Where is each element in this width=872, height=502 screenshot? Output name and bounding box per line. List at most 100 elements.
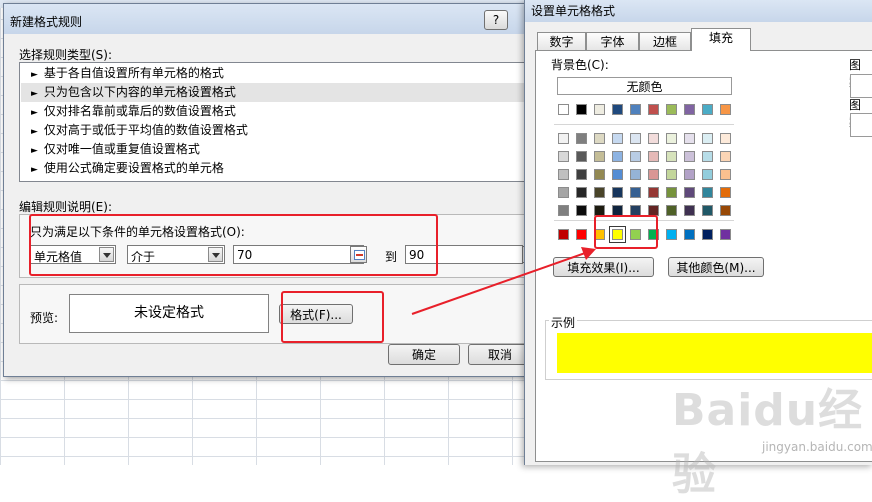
baidu-watermark-url: jingyan.baidu.com bbox=[762, 440, 872, 454]
standard-color-swatch[interactable] bbox=[720, 229, 731, 240]
theme-tint-swatch[interactable] bbox=[558, 169, 569, 180]
theme-color-swatch[interactable] bbox=[648, 104, 659, 115]
rule-type-list[interactable]: ► 基于各自值设置所有单元格的格式 ► 只为包含以下内容的单元格设置格式 ► 仅对排名… bbox=[19, 62, 529, 182]
pattern-color-select[interactable] bbox=[850, 74, 872, 98]
theme-tint-swatch[interactable] bbox=[666, 205, 677, 216]
theme-tint-swatch[interactable] bbox=[594, 151, 605, 162]
theme-tint-swatch[interactable] bbox=[630, 133, 641, 144]
standard-color-swatch[interactable] bbox=[558, 229, 569, 240]
theme-tint-swatch[interactable] bbox=[648, 169, 659, 180]
rule-type-item[interactable]: ► 仅对高于或低于平均值的数值设置格式 bbox=[21, 121, 527, 140]
theme-color-swatch[interactable] bbox=[666, 104, 677, 115]
no-color-button[interactable]: 无颜色 bbox=[557, 77, 732, 95]
theme-color-swatch[interactable] bbox=[630, 104, 641, 115]
theme-tint-swatch[interactable] bbox=[720, 133, 731, 144]
tab-fill[interactable]: 填充 bbox=[691, 28, 751, 51]
ok-button[interactable]: 确定 bbox=[388, 344, 460, 365]
theme-color-swatch[interactable] bbox=[720, 104, 731, 115]
theme-tint-swatch[interactable] bbox=[666, 151, 677, 162]
theme-color-swatch[interactable] bbox=[702, 104, 713, 115]
triangle-right-icon: ► bbox=[31, 108, 38, 118]
theme-tint-swatch[interactable] bbox=[648, 151, 659, 162]
theme-tint-swatch[interactable] bbox=[720, 169, 731, 180]
preview-label: 预览: bbox=[30, 311, 59, 325]
theme-color-swatch[interactable] bbox=[684, 104, 695, 115]
annotation-arrow bbox=[411, 247, 596, 315]
rule-type-label: 选择规则类型(S): bbox=[19, 48, 113, 62]
triangle-right-icon: ► bbox=[31, 89, 38, 99]
theme-color-swatch[interactable] bbox=[594, 104, 605, 115]
palette-separator bbox=[554, 124, 734, 125]
theme-tint-swatch[interactable] bbox=[684, 133, 695, 144]
edit-description-label: 编辑规则说明(E): bbox=[19, 200, 112, 214]
rule-type-item[interactable]: ► 基于各自值设置所有单元格的格式 bbox=[21, 64, 527, 83]
theme-tint-swatch[interactable] bbox=[558, 187, 569, 198]
theme-tint-swatch[interactable] bbox=[630, 187, 641, 198]
theme-tint-swatch[interactable] bbox=[612, 151, 623, 162]
theme-tint-swatch[interactable] bbox=[702, 169, 713, 180]
theme-tint-swatch[interactable] bbox=[594, 133, 605, 144]
theme-tint-swatch[interactable] bbox=[558, 205, 569, 216]
theme-tint-swatch[interactable] bbox=[720, 151, 731, 162]
theme-tint-swatch[interactable] bbox=[612, 133, 623, 144]
theme-tint-swatch[interactable] bbox=[594, 169, 605, 180]
theme-tint-swatch[interactable] bbox=[630, 169, 641, 180]
dialog-title: 新建格式规则 bbox=[10, 15, 83, 29]
theme-tint-swatch[interactable] bbox=[702, 205, 713, 216]
baidu-watermark-logo: Baidu经验 bbox=[672, 385, 864, 500]
theme-tint-swatch[interactable] bbox=[648, 133, 659, 144]
theme-tint-swatch[interactable] bbox=[684, 205, 695, 216]
dialog-titlebar: 设置单元格格式 bbox=[525, 0, 872, 22]
theme-tint-swatch[interactable] bbox=[576, 133, 587, 144]
theme-tint-swatch[interactable] bbox=[576, 205, 587, 216]
theme-tint-swatch[interactable] bbox=[684, 187, 695, 198]
theme-tint-swatch[interactable] bbox=[684, 151, 695, 162]
theme-tint-swatch[interactable] bbox=[630, 151, 641, 162]
theme-tint-swatch[interactable] bbox=[702, 133, 713, 144]
theme-tint-swatch[interactable] bbox=[720, 205, 731, 216]
cancel-button[interactable]: 取消 bbox=[468, 344, 532, 365]
theme-tint-swatch[interactable] bbox=[666, 169, 677, 180]
help-button[interactable]: ? bbox=[484, 10, 508, 30]
rule-type-item[interactable]: ► 仅对唯一值或重复值设置格式 bbox=[21, 140, 527, 159]
triangle-right-icon: ► bbox=[31, 146, 38, 156]
theme-tint-swatch[interactable] bbox=[666, 187, 677, 198]
dialog-titlebar: 新建格式规则 ? bbox=[4, 4, 536, 34]
rule-type-item-selected[interactable]: ► 只为包含以下内容的单元格设置格式 bbox=[21, 83, 527, 102]
tab-number[interactable]: 数字 bbox=[537, 32, 586, 50]
sample-preview bbox=[557, 333, 872, 373]
theme-tint-swatch[interactable] bbox=[648, 187, 659, 198]
rule-type-item[interactable]: ► 使用公式确定要设置格式的单元格 bbox=[21, 159, 527, 178]
standard-color-swatch[interactable] bbox=[576, 229, 587, 240]
theme-tint-swatch[interactable] bbox=[612, 169, 623, 180]
theme-tint-swatch[interactable] bbox=[702, 151, 713, 162]
highlight-condition-box bbox=[29, 214, 438, 276]
theme-tint-swatch[interactable] bbox=[684, 169, 695, 180]
rule-type-item[interactable]: ► 仅对排名靠前或靠后的数值设置格式 bbox=[21, 102, 527, 121]
theme-color-swatch[interactable] bbox=[612, 104, 623, 115]
theme-tint-swatch[interactable] bbox=[720, 187, 731, 198]
tab-font[interactable]: 字体 bbox=[586, 32, 639, 50]
standard-color-swatch[interactable] bbox=[684, 229, 695, 240]
preview-box: 未设定格式 bbox=[69, 294, 269, 333]
theme-tint-swatch[interactable] bbox=[576, 169, 587, 180]
theme-tint-swatch[interactable] bbox=[576, 187, 587, 198]
theme-color-swatch[interactable] bbox=[558, 104, 569, 115]
theme-color-swatch[interactable] bbox=[576, 104, 587, 115]
theme-tint-swatch[interactable] bbox=[594, 187, 605, 198]
triangle-right-icon: ► bbox=[31, 165, 38, 175]
theme-tint-swatch[interactable] bbox=[576, 151, 587, 162]
pattern-style-select[interactable] bbox=[850, 113, 872, 137]
theme-tint-swatch[interactable] bbox=[612, 187, 623, 198]
tab-border[interactable]: 边框 bbox=[639, 32, 691, 50]
theme-tint-swatch[interactable] bbox=[666, 133, 677, 144]
standard-color-swatch[interactable] bbox=[702, 229, 713, 240]
dialog-title: 设置单元格格式 bbox=[531, 4, 616, 18]
more-colors-button[interactable]: 其他颜色(M)... bbox=[668, 257, 764, 277]
background-color-label: 背景色(C): bbox=[551, 58, 609, 72]
theme-tint-swatch[interactable] bbox=[702, 187, 713, 198]
theme-tint-swatch[interactable] bbox=[558, 133, 569, 144]
standard-color-swatch[interactable] bbox=[666, 229, 677, 240]
arrow-line bbox=[411, 251, 589, 315]
theme-tint-swatch[interactable] bbox=[558, 151, 569, 162]
